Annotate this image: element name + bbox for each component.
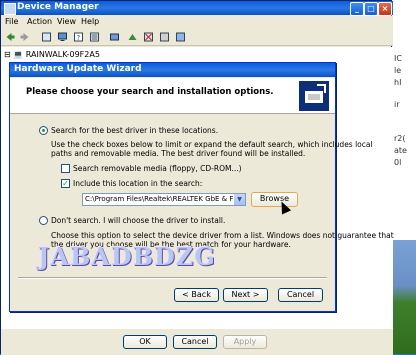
radio-dont-search[interactable] <box>39 216 48 225</box>
next-button[interactable]: Next > <box>223 288 268 302</box>
wizard-header: Please choose your search and installati… <box>10 78 335 114</box>
hardware-update-wizard: Hardware Update Wizard Please choose you… <box>9 62 394 312</box>
radio-search-best-label[interactable]: Search for the best driver in these loca… <box>51 126 218 135</box>
desktop-text-fragment: 0l <box>394 158 402 167</box>
checkbox-include-location[interactable]: ✓ <box>61 179 70 188</box>
watermark-text: JABADBDZG <box>38 242 216 271</box>
uninstall-icon[interactable] <box>143 32 154 42</box>
device-manager-icon <box>4 3 16 15</box>
update-driver-icon[interactable] <box>127 32 138 42</box>
help-icon[interactable]: ? <box>73 32 84 42</box>
desktop-text-fragment: ir <box>394 100 400 109</box>
search-description-line1: Use the check boxes below to limit or ex… <box>51 140 373 149</box>
desktop-text-fragment: le <box>394 66 402 75</box>
scan-hardware-icon[interactable] <box>109 32 120 42</box>
ok-button[interactable]: OK <box>123 335 167 349</box>
location-value: C:\Program Files\Realtek\REALTEK GbE & F… <box>85 195 246 203</box>
apply-button[interactable]: Apply <box>223 335 267 349</box>
dialog-button-bar: OK Cancel Apply <box>1 329 393 355</box>
svg-text:?: ? <box>77 34 81 42</box>
desktop-text-fragment: ate <box>394 146 407 155</box>
enable-icon[interactable] <box>175 32 186 42</box>
computer-icon[interactable] <box>57 32 68 42</box>
radio-search-best[interactable] <box>39 126 48 135</box>
menu-bar: File Action View Help <box>1 16 393 29</box>
wizard-titlebar[interactable]: Hardware Update Wizard <box>10 63 335 77</box>
wizard-title: Hardware Update Wizard <box>14 64 142 74</box>
desktop-text-fragment: hI <box>394 78 402 87</box>
cancel-button[interactable]: Cancel <box>173 335 217 349</box>
browse-button[interactable]: Browse <box>251 192 298 207</box>
menu-help[interactable]: Help <box>81 17 99 26</box>
wizard-heading: Please choose your search and installati… <box>26 87 274 97</box>
maximize-button[interactable]: □ <box>364 2 378 16</box>
desktop-text-fragment: r2( <box>394 134 406 143</box>
window-title: Device Manager <box>17 2 99 12</box>
checkbox-removable-media-label[interactable]: Search removable media (floppy, CD-ROM..… <box>73 164 242 173</box>
properties-icon[interactable] <box>41 32 52 42</box>
menu-file[interactable]: File <box>5 17 18 26</box>
dont-search-description-line1: Choose this option to select the device … <box>51 231 394 240</box>
location-combobox[interactable]: C:\Program Files\Realtek\REALTEK GbE & F… <box>82 193 246 206</box>
chevron-down-icon[interactable]: ▼ <box>233 194 245 205</box>
forward-arrow-icon[interactable] <box>19 32 30 42</box>
cancel-button[interactable]: Cancel <box>278 288 323 302</box>
computer-name: RAINWALK-09F2A5 <box>25 50 100 59</box>
close-button[interactable]: × <box>378 2 392 16</box>
device-manager-titlebar[interactable]: Device Manager _ □ × <box>1 1 393 16</box>
checkbox-include-location-label[interactable]: Include this location in the search: <box>73 179 202 188</box>
list-view-icon[interactable] <box>89 32 100 42</box>
footer-divider <box>18 277 327 279</box>
checkbox-removable-media[interactable] <box>61 164 70 173</box>
search-description-line2: paths and removable media. The best driv… <box>51 149 306 158</box>
toolbar: ? <box>1 29 393 46</box>
disable-icon[interactable] <box>159 32 170 42</box>
back-arrow-icon[interactable] <box>5 32 16 42</box>
desktop-text-fragment: IC <box>394 54 402 63</box>
minimize-button[interactable]: _ <box>350 2 364 16</box>
menu-view[interactable]: View <box>57 17 76 26</box>
radio-dont-search-label[interactable]: Don't search. I will choose the driver t… <box>51 216 225 225</box>
back-button[interactable]: < Back <box>174 288 219 302</box>
hardware-wizard-icon <box>299 81 329 111</box>
menu-action[interactable]: Action <box>27 17 52 26</box>
tree-node-computer[interactable]: ⊟ 💻 RAINWALK-09F2A5 <box>4 50 100 59</box>
